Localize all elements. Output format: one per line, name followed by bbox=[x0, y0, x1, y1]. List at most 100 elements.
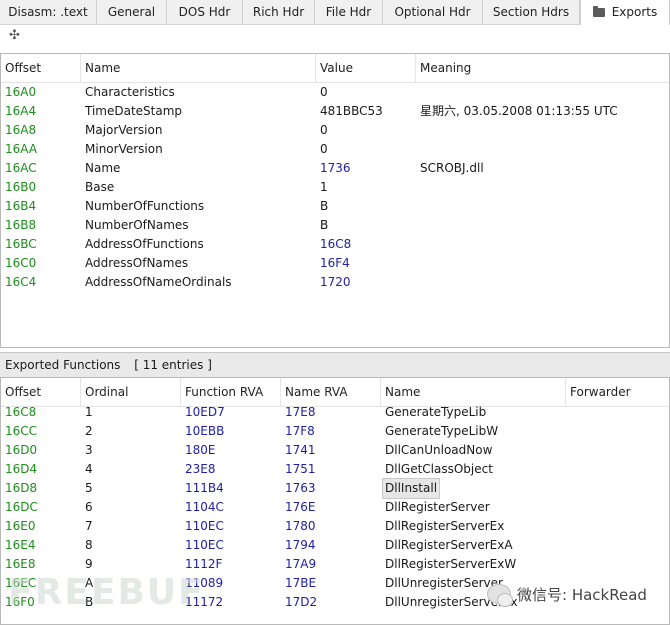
function-name-cell[interactable]: DllGetClassObject bbox=[385, 460, 493, 479]
function-name-cell[interactable]: DllRegisterServer bbox=[385, 498, 490, 517]
name-rva-cell: 1794 bbox=[285, 538, 316, 552]
ordinal-cell: 8 bbox=[85, 538, 93, 552]
column-header-function-rva[interactable]: Function RVA bbox=[181, 378, 281, 406]
offset-cell: 16AA bbox=[5, 142, 38, 156]
offset-cell: 16CC bbox=[5, 424, 38, 438]
function-name-cell[interactable]: GenerateTypeLibW bbox=[385, 422, 498, 441]
table-row[interactable]: 16BC AddressOfFunctions 16C8 bbox=[1, 235, 669, 254]
function-name-cell[interactable]: GenerateTypeLib bbox=[385, 403, 486, 422]
function-name-cell[interactable]: DllRegisterServerExW bbox=[385, 555, 516, 574]
name-rva-cell: 17A9 bbox=[285, 557, 317, 571]
tab-exports[interactable]: Exports bbox=[580, 0, 670, 25]
column-header-offset[interactable]: Offset bbox=[1, 54, 81, 82]
tab-disasm[interactable]: Disasm: .text bbox=[0, 0, 97, 24]
table-row[interactable]: 16E0 7 110EC 1780 DllRegisterServerEx bbox=[1, 517, 669, 536]
tab-label: DOS Hdr bbox=[178, 5, 231, 19]
table-row[interactable]: 16B8 NumberOfNames B bbox=[1, 216, 669, 235]
table-row[interactable]: 16A0 Characteristics 0 bbox=[1, 83, 669, 102]
table-row[interactable]: 16B4 NumberOfFunctions B bbox=[1, 197, 669, 216]
value-cell: B bbox=[320, 199, 329, 213]
table-row[interactable]: 16AA MinorVersion 0 bbox=[1, 140, 669, 159]
ordinal-cell: 1 bbox=[85, 405, 93, 419]
offset-cell: 16A0 bbox=[5, 85, 37, 99]
value-cell: B bbox=[320, 218, 329, 232]
function-name-cell[interactable]: DllUnregisterServer bbox=[385, 574, 503, 593]
offset-cell: 16DC bbox=[5, 500, 38, 514]
table-row[interactable]: 16E4 8 110EC 1794 DllRegisterServerExA bbox=[1, 536, 669, 555]
tab-general[interactable]: General bbox=[97, 0, 167, 24]
table-row[interactable]: 16CC 2 10EBB 17F8 GenerateTypeLibW bbox=[1, 422, 669, 441]
entries-count: [ 11 entries ] bbox=[134, 358, 212, 372]
function-rva-cell: 23E8 bbox=[185, 462, 216, 476]
tab-label: General bbox=[107, 5, 156, 19]
function-name-cell[interactable]: DllCanUnloadNow bbox=[385, 441, 492, 460]
column-header-ordinal[interactable]: Ordinal bbox=[81, 378, 181, 406]
table-row[interactable]: 16C0 AddressOfNames 16F4 bbox=[1, 254, 669, 273]
table-row[interactable]: 16C8 1 10ED7 17E8 GenerateTypeLib bbox=[1, 403, 669, 422]
tab-optional-hdr[interactable]: Optional Hdr bbox=[383, 0, 483, 24]
table-row[interactable]: 16D0 3 180E 1741 DllCanUnloadNow bbox=[1, 441, 669, 460]
offset-cell: 16C8 bbox=[5, 405, 37, 419]
offset-cell: 16A4 bbox=[5, 104, 37, 118]
name-rva-cell: 1741 bbox=[285, 443, 316, 457]
table-row[interactable]: 16A8 MajorVersion 0 bbox=[1, 121, 669, 140]
tab-label: Section Hdrs bbox=[492, 5, 570, 19]
function-name-cell[interactable]: DllRegisterServerExA bbox=[385, 536, 513, 555]
field-name-cell: AddressOfFunctions bbox=[85, 237, 204, 251]
ordinal-cell: 5 bbox=[85, 481, 93, 495]
function-name-cell[interactable]: DllInstall bbox=[381, 478, 441, 499]
column-header-name-rva[interactable]: Name RVA bbox=[281, 378, 381, 406]
exported-functions-header: Exported Functions [ 11 entries ] bbox=[0, 352, 670, 378]
tab-file-hdr[interactable]: File Hdr bbox=[315, 0, 383, 24]
tab-rich-hdr[interactable]: Rich Hdr bbox=[243, 0, 315, 24]
name-rva-cell: 1751 bbox=[285, 462, 316, 476]
field-name-cell: TimeDateStamp bbox=[85, 104, 183, 118]
function-rva-cell: 110EC bbox=[185, 519, 224, 533]
name-rva-cell: 17D2 bbox=[285, 595, 318, 609]
name-rva-cell: 176E bbox=[285, 500, 316, 514]
folder-icon bbox=[592, 6, 605, 17]
offset-cell: 16C0 bbox=[5, 256, 37, 270]
table-row[interactable]: 16D8 5 111B4 1763 DllInstall bbox=[1, 478, 669, 499]
offset-cell: 16B8 bbox=[5, 218, 37, 232]
tab-label: Optional Hdr bbox=[394, 5, 471, 19]
tab-dos-hdr[interactable]: DOS Hdr bbox=[167, 0, 243, 24]
function-rva-cell: 111B4 bbox=[185, 481, 224, 495]
column-header-forwarder[interactable]: Forwarder bbox=[566, 378, 669, 406]
move-icon[interactable]: ✣ bbox=[9, 28, 20, 43]
offset-cell: 16C4 bbox=[5, 275, 37, 289]
tab-section-hdrs[interactable]: Section Hdrs bbox=[483, 0, 580, 24]
table-row[interactable]: 16A4 TimeDateStamp 481BBC53 星期六, 03.05.2008… bbox=[1, 102, 669, 121]
value-cell: 0 bbox=[320, 85, 328, 99]
table-row[interactable]: 16C4 AddressOfNameOrdinals 1720 bbox=[1, 273, 669, 292]
ordinal-cell: 3 bbox=[85, 443, 93, 457]
field-name-cell: AddressOfNames bbox=[85, 256, 189, 270]
table-row[interactable]: 16DC 6 1104C 176E DllRegisterServer bbox=[1, 498, 669, 517]
value-cell: 1720 bbox=[320, 275, 351, 289]
tab-label: Rich Hdr bbox=[252, 5, 305, 19]
name-rva-cell: 1763 bbox=[285, 481, 316, 495]
function-name-cell[interactable]: DllRegisterServerEx bbox=[385, 517, 504, 536]
column-header-offset[interactable]: Offset bbox=[1, 378, 81, 406]
table-row[interactable]: 16D4 4 23E8 1751 DllGetClassObject bbox=[1, 460, 669, 479]
table-row[interactable]: 16B0 Base 1 bbox=[1, 178, 669, 197]
field-name-cell: Name bbox=[85, 161, 121, 175]
field-name-cell: NumberOfNames bbox=[85, 218, 189, 232]
offset-cell: 16A8 bbox=[5, 123, 37, 137]
offset-cell: 16E0 bbox=[5, 519, 36, 533]
freebuf-watermark: FREEBUF bbox=[8, 572, 205, 613]
value-cell: 16C8 bbox=[320, 237, 352, 251]
name-rva-cell: 1780 bbox=[285, 519, 316, 533]
field-name-cell: Characteristics bbox=[85, 85, 175, 99]
value-cell: 1 bbox=[320, 180, 328, 194]
column-header-meaning[interactable]: Meaning bbox=[416, 54, 669, 82]
column-header-name[interactable]: Name bbox=[81, 54, 316, 82]
column-header-value[interactable]: Value bbox=[316, 54, 416, 82]
name-rva-cell: 17E8 bbox=[285, 405, 316, 419]
offset-cell: 16B0 bbox=[5, 180, 37, 194]
column-header-name[interactable]: Name bbox=[381, 378, 566, 406]
table-row[interactable]: 16AC Name 1736 SCROBJ.dll bbox=[1, 159, 669, 178]
tab-label: File Hdr bbox=[325, 5, 372, 19]
offset-cell: 16D4 bbox=[5, 462, 38, 476]
function-rva-cell: 1104C bbox=[185, 500, 224, 514]
